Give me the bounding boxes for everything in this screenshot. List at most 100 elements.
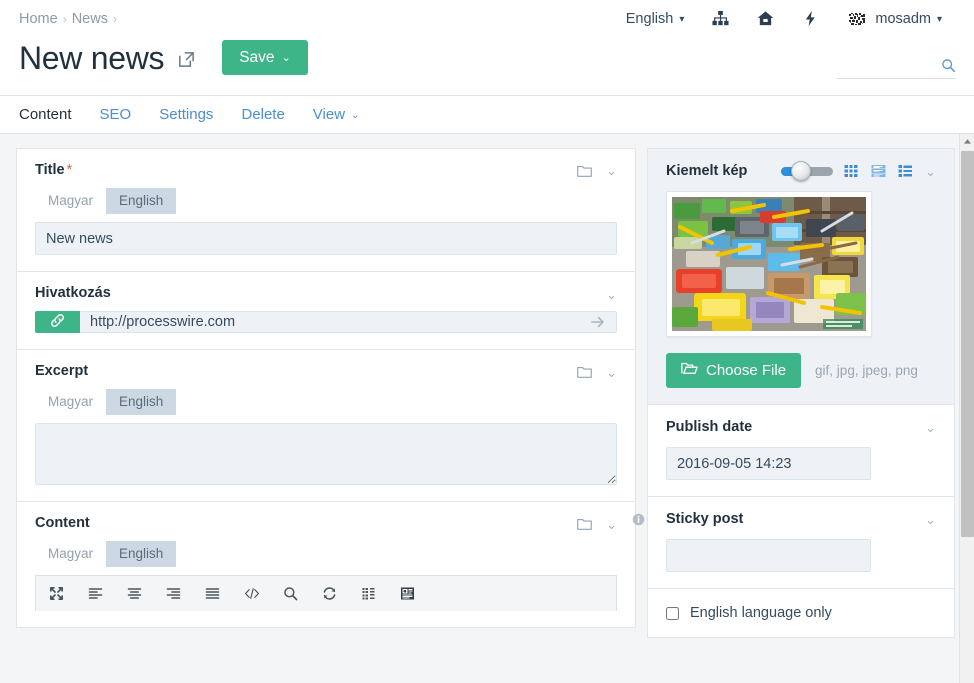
align-justify-icon[interactable] (204, 585, 221, 602)
field-title: Title * ⌄ Magyar English (16, 148, 636, 272)
tab-view[interactable]: View ⌄ (313, 106, 378, 123)
chevron-down-icon: ▾ (936, 14, 942, 25)
language-only-row[interactable]: English language only (666, 603, 936, 621)
source-code-icon[interactable] (243, 585, 260, 602)
image-manager-icon[interactable] (399, 585, 416, 602)
featured-image-thumbnail[interactable] (666, 191, 872, 337)
collapse-chevron-icon[interactable]: ⌄ (606, 366, 617, 379)
language-selector-label: English (625, 10, 674, 27)
excerpt-textarea[interactable] (35, 423, 617, 486)
collapse-chevron-icon[interactable]: ⌄ (606, 164, 617, 177)
align-right-icon[interactable] (165, 585, 182, 602)
chevron-down-icon: ▾ (679, 14, 685, 25)
collapse-chevron-icon[interactable]: ⌄ (925, 165, 936, 178)
lang-tab-english[interactable]: English (106, 541, 177, 568)
folder-icon[interactable] (577, 517, 592, 531)
language-only-label[interactable]: English language only (690, 605, 832, 621)
field-content: Content ⌄ Magyar English (16, 501, 636, 629)
top-right-nav: English ▾ mosadm ▾ (612, 10, 956, 27)
arrow-right-icon[interactable] (590, 314, 606, 330)
file-upload-row: Choose File gif, jpg, jpeg, png (666, 353, 936, 388)
lang-tab-magyar[interactable]: Magyar (35, 188, 106, 214)
search-icon[interactable] (282, 585, 299, 602)
chevron-down-icon: ⌄ (351, 110, 360, 121)
field-featured-image-header: Kiemelt kép ⌄ (666, 161, 936, 181)
collapse-chevron-icon[interactable]: ⌄ (925, 513, 936, 526)
lang-tab-english[interactable]: English (106, 389, 177, 416)
align-center-icon[interactable] (126, 585, 143, 602)
field-sticky-post-header: Sticky post ⌄ (666, 511, 936, 527)
field-content-label: Content (35, 515, 90, 532)
link-input[interactable] (80, 312, 590, 333)
user-menu[interactable]: mosadm ▾ (833, 10, 956, 27)
align-left-icon[interactable] (87, 585, 104, 602)
bolt-icon (802, 10, 819, 27)
external-link-icon[interactable] (177, 50, 196, 69)
save-button-label: Save (239, 48, 275, 66)
tab-delete[interactable]: Delete (241, 106, 302, 123)
lang-tab-magyar[interactable]: Magyar (35, 541, 106, 567)
field-title-header: Title * ⌄ (35, 162, 617, 179)
breadcrumb-item-news[interactable]: News (72, 11, 108, 27)
grid-view-icon[interactable] (844, 164, 860, 178)
scroll-up-button[interactable] (960, 134, 974, 149)
breadcrumb: Home › News › (19, 11, 122, 27)
folder-open-icon (681, 361, 698, 380)
editor-toolbar (35, 575, 617, 612)
workspace: Title * ⌄ Magyar English New news Hivatk… (0, 134, 974, 683)
field-featured-image: Kiemelt kép ⌄ Choose File gif, jpg, jpeg… (647, 148, 955, 404)
tab-settings[interactable]: Settings (159, 106, 231, 123)
field-featured-image-label: Kiemelt kép (666, 163, 748, 179)
folder-icon[interactable] (577, 164, 592, 178)
sticky-post-input[interactable] (666, 539, 871, 572)
blocks-icon[interactable] (360, 585, 377, 602)
field-publish-date-label: Publish date (666, 419, 753, 435)
collapse-chevron-icon[interactable]: ⌄ (606, 288, 617, 301)
lang-tab-magyar[interactable]: Magyar (35, 389, 106, 415)
breadcrumb-item-home[interactable]: Home (19, 11, 58, 27)
search-input[interactable] (849, 56, 941, 74)
save-button[interactable]: Save ⌄ (222, 40, 308, 75)
page-title-row: New news Save ⌄ (19, 40, 308, 75)
publish-date-input[interactable] (666, 447, 871, 480)
header-search[interactable] (837, 52, 956, 79)
flash-button[interactable] (788, 10, 833, 27)
choose-file-button[interactable]: Choose File (666, 353, 802, 388)
collapse-chevron-icon[interactable]: ⌄ (925, 421, 936, 434)
sitemap-button[interactable] (698, 10, 743, 27)
tab-seo[interactable]: SEO (100, 106, 150, 123)
collapse-chevron-icon[interactable]: ⌄ (606, 518, 617, 531)
home-button[interactable] (743, 10, 788, 27)
link-picker-button[interactable] (35, 311, 80, 334)
thumbnail-size-slider[interactable] (781, 161, 834, 181)
field-sticky-post: Sticky post ⌄ (632, 496, 955, 588)
side-column: Kiemelt kép ⌄ Choose File gif, jpg, jpeg… (632, 148, 955, 683)
scrollbar-thumb[interactable] (961, 151, 974, 537)
field-title-label: Title * (35, 162, 72, 179)
title-input[interactable] (35, 222, 617, 256)
field-excerpt-tools: ⌄ (577, 365, 617, 379)
vertical-scrollbar[interactable] (959, 134, 974, 683)
slider-knob[interactable] (791, 161, 812, 181)
lang-tab-english[interactable]: English (106, 187, 177, 215)
field-sticky-post-label: Sticky post (666, 511, 744, 527)
list-view-icon[interactable] (871, 164, 887, 178)
search-icon[interactable] (941, 58, 956, 73)
refresh-icon[interactable] (321, 585, 338, 602)
tab-content[interactable]: Content (19, 106, 90, 123)
file-types-hint: gif, jpg, jpeg, png (815, 363, 918, 378)
masthead: Home › News › New news Save ⌄ English ▾ (0, 0, 974, 96)
field-excerpt-language-tabs: Magyar English (35, 389, 617, 416)
folder-icon[interactable] (577, 365, 592, 379)
maximize-icon[interactable] (48, 585, 65, 602)
language-only-checkbox[interactable] (666, 606, 679, 620)
field-content-language-tabs: Magyar English (35, 541, 617, 568)
field-excerpt-header: Excerpt ⌄ (35, 363, 617, 380)
info-circle-icon[interactable] (632, 513, 645, 526)
primary-tabbar: Content SEO Settings Delete View ⌄ (0, 96, 974, 134)
detail-view-icon[interactable] (898, 164, 914, 178)
sitemap-icon (712, 10, 729, 27)
field-hivatkozas-header: Hivatkozás ⌄ (35, 285, 617, 302)
language-selector[interactable]: English ▾ (612, 11, 699, 27)
link-icon (49, 312, 66, 332)
